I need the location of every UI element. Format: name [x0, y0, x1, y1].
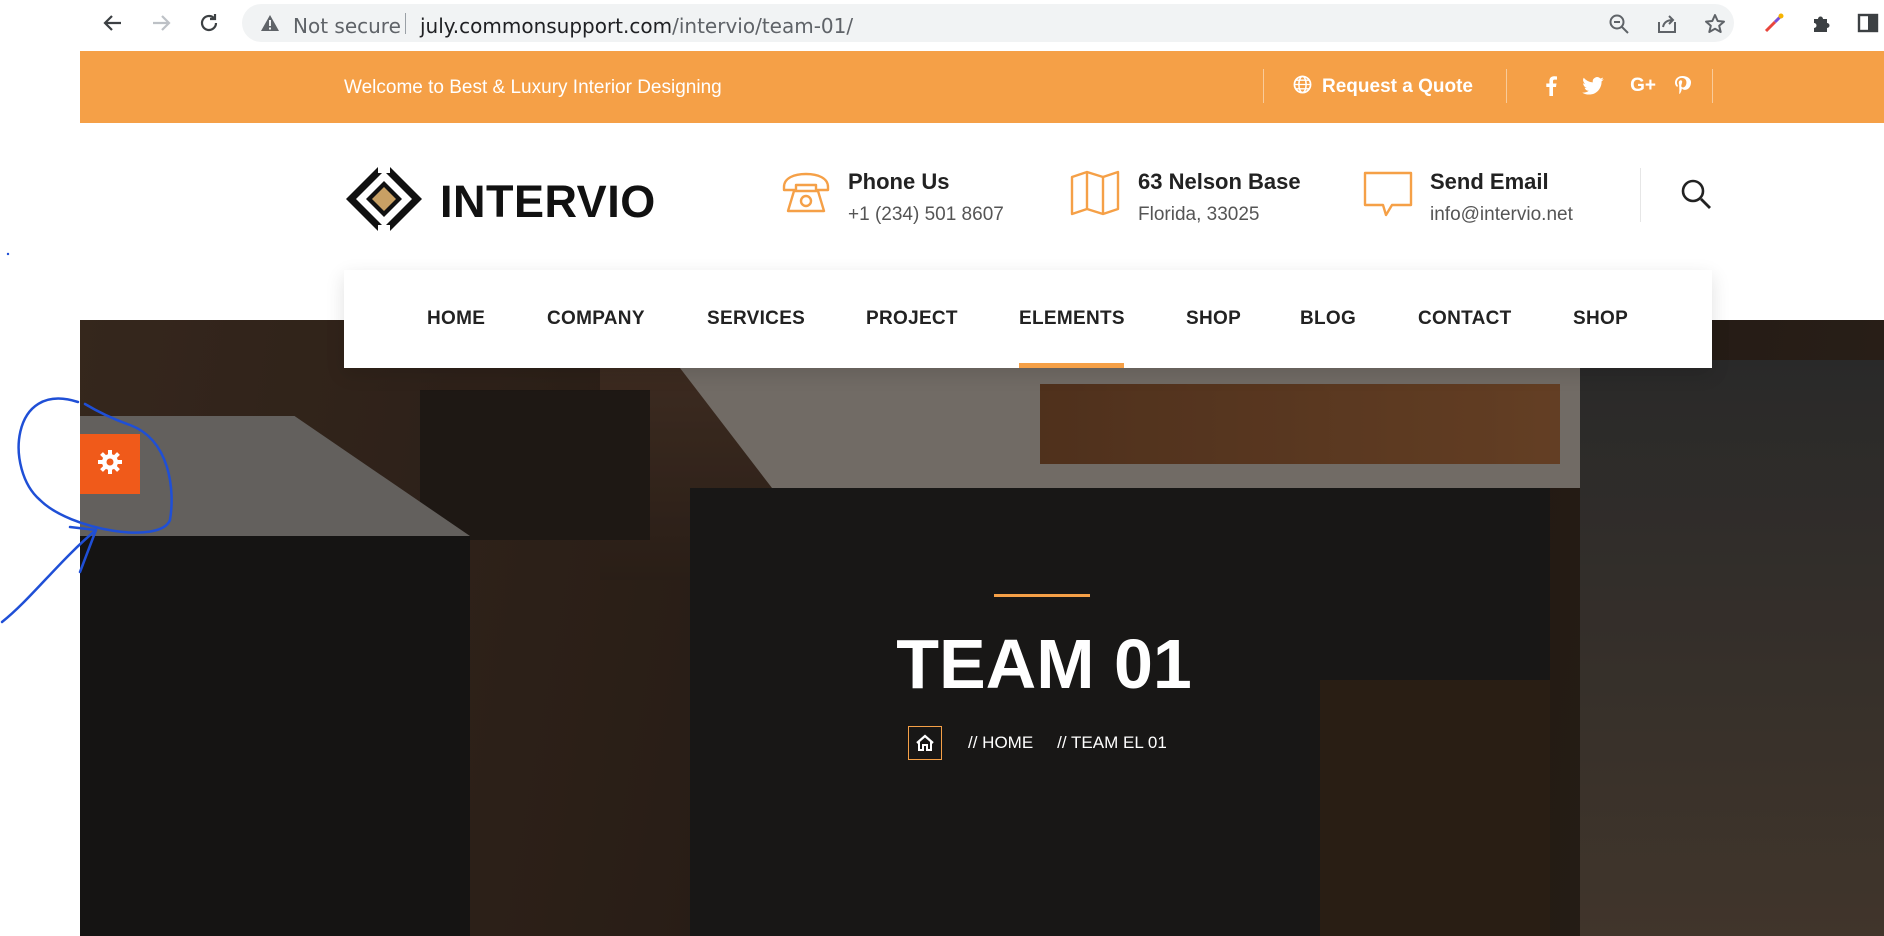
share-icon[interactable]: [1656, 13, 1678, 35]
extensions-puzzle-icon[interactable]: [1810, 11, 1834, 35]
nav-contact[interactable]: CONTACT: [1418, 308, 1512, 330]
twitter-icon[interactable]: [1582, 75, 1604, 97]
nav-shop[interactable]: SHOP: [1186, 308, 1241, 330]
url-host: july.commonsupport.com: [420, 14, 673, 38]
warning-icon: [260, 14, 280, 37]
chat-bubble-icon: [1362, 169, 1414, 224]
nav-shop-2[interactable]: SHOP: [1573, 308, 1628, 330]
topbar-divider: [1712, 69, 1713, 103]
nav-blog[interactable]: BLOG: [1300, 308, 1356, 330]
request-quote-link[interactable]: Request a Quote: [1293, 75, 1473, 99]
request-quote-label: Request a Quote: [1322, 76, 1473, 97]
side-panel-icon[interactable]: [1856, 11, 1880, 35]
page-title: TEAM 01: [896, 625, 1192, 703]
settings-gear-button[interactable]: [80, 434, 140, 494]
browser-toolbar: Not secure july.commonsupport.com/interv…: [0, 0, 1884, 46]
reload-icon[interactable]: [196, 10, 222, 36]
color-picker-extension-icon[interactable]: [1762, 11, 1786, 35]
nav-active-indicator: [1019, 363, 1124, 368]
header-divider: [1640, 168, 1641, 222]
website-viewport: Welcome to Best & Luxury Interior Design…: [80, 46, 1884, 936]
address-divider: [405, 13, 406, 34]
zoom-icon[interactable]: [1608, 13, 1630, 35]
bookmark-star-icon[interactable]: [1704, 13, 1726, 35]
globe-icon: [1293, 75, 1312, 99]
title-accent-line: [994, 594, 1090, 597]
address-bar[interactable]: Not secure july.commonsupport.com/interv…: [242, 4, 1734, 42]
logo-text: INTERVIO: [440, 175, 656, 227]
google-plus-icon[interactable]: G+: [1628, 75, 1658, 97]
map-icon: [1070, 169, 1120, 222]
logo-diamond-icon: [344, 159, 424, 244]
home-icon[interactable]: [908, 726, 942, 760]
email-address: info@intervio.net: [1430, 204, 1573, 225]
breadcrumb: // HOME // TEAM EL 01: [908, 726, 1167, 760]
welcome-text: Welcome to Best & Luxury Interior Design…: [344, 77, 722, 98]
email-title: Send Email: [1430, 169, 1549, 194]
top-bar: Welcome to Best & Luxury Interior Design…: [80, 51, 1884, 123]
topbar-divider: [1506, 69, 1507, 103]
site-logo[interactable]: INTERVIO: [344, 159, 656, 244]
gear-icon: [97, 449, 123, 480]
nav-project[interactable]: PROJECT: [866, 308, 958, 330]
search-icon[interactable]: [1680, 178, 1712, 215]
topbar-divider: [1263, 69, 1264, 103]
back-icon[interactable]: [100, 10, 126, 36]
nav-elements[interactable]: ELEMENTS: [1019, 308, 1125, 330]
phone-number: +1 (234) 501 8607: [848, 204, 1004, 225]
url-text[interactable]: july.commonsupport.com/intervio/team-01/: [420, 14, 853, 38]
nav-services[interactable]: SERVICES: [707, 308, 805, 330]
forward-icon[interactable]: [148, 10, 174, 36]
phone-icon: [780, 169, 832, 222]
address-title: 63 Nelson Base: [1138, 169, 1301, 194]
breadcrumb-current: // TEAM EL 01: [1057, 733, 1167, 752]
security-label[interactable]: Not secure: [293, 14, 401, 38]
main-navigation: HOME COMPANY SERVICES PROJECT ELEMENTS S…: [344, 270, 1712, 368]
address-city: Florida, 33025: [1138, 204, 1260, 225]
breadcrumb-home[interactable]: // HOME: [968, 733, 1033, 753]
nav-company[interactable]: COMPANY: [547, 308, 645, 330]
phone-title: Phone Us: [848, 169, 950, 194]
nav-home[interactable]: HOME: [427, 308, 485, 330]
pinterest-icon[interactable]: [1672, 75, 1694, 97]
facebook-icon[interactable]: [1540, 75, 1562, 97]
url-path: /intervio/team-01/: [672, 14, 854, 38]
